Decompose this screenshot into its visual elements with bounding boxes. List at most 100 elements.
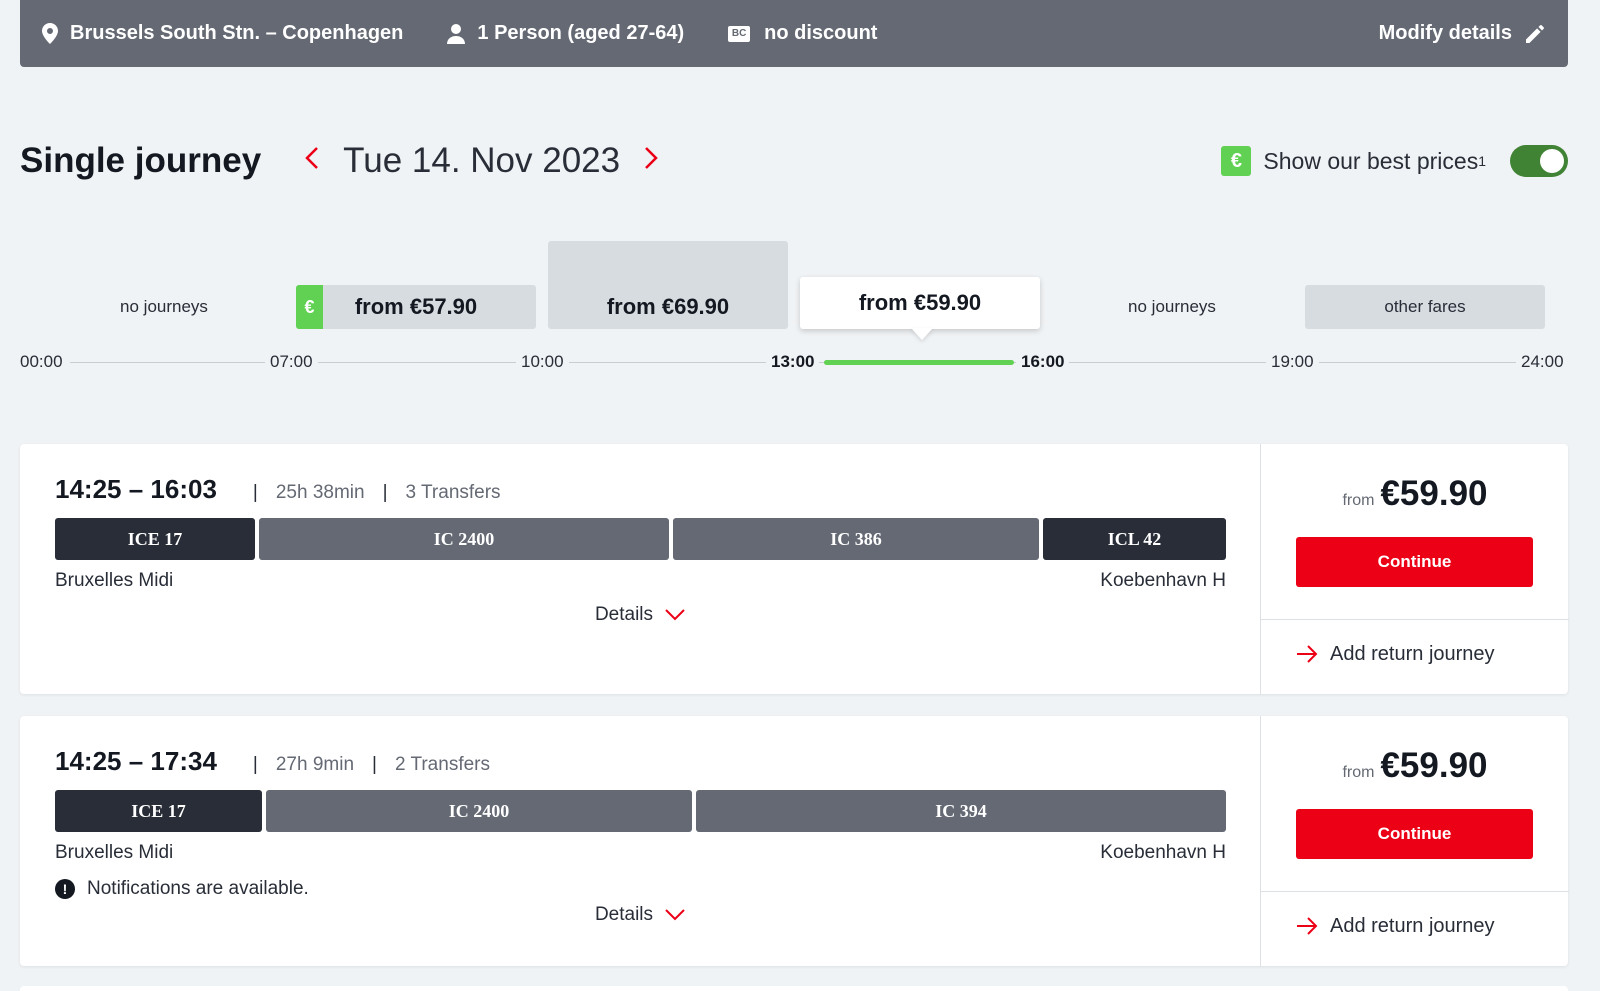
train-segment: ICL 42 — [1043, 518, 1226, 560]
journey-info: 14:25 – 17:34 | 27h 9min | 2 Transfers I… — [20, 716, 1260, 966]
price-amount: €59.90 — [1380, 746, 1488, 785]
destination-station: Koebenhavn H — [1100, 842, 1226, 863]
timeline-tick: 13:00 — [766, 352, 820, 372]
journey-times: 14:25 – 16:03 — [55, 474, 217, 504]
timeline-slot-07-10[interactable]: € from €57.90 — [296, 285, 536, 329]
modify-details-button[interactable]: Modify details — [1379, 22, 1546, 45]
stations: Bruxelles Midi Koebenhavn H — [55, 842, 1226, 864]
journey-summary: 14:25 – 16:03 | 25h 38min | 3 Transfers — [55, 474, 1260, 508]
notification-notice: ! Notifications are available. — [55, 878, 1260, 900]
journey-card: 14:25 – 16:03 | 25h 38min | 3 Transfers … — [20, 444, 1569, 694]
page-title: Single journey — [20, 141, 262, 180]
train-segment: IC 394 — [696, 790, 1226, 832]
add-return-label: Add return journey — [1330, 642, 1495, 665]
journey-info: 14:25 – 16:03 | 25h 38min | 3 Transfers … — [20, 444, 1260, 694]
best-prices-label: Show our best prices — [1263, 147, 1479, 174]
train-segment: ICE 17 — [55, 790, 262, 832]
journey-card: 14:25 – 17:34 | 27h 9min | 2 Transfers I… — [20, 716, 1569, 966]
journey-transfers: 3 Transfers — [405, 482, 501, 503]
journey-duration: 27h 9min — [275, 754, 355, 775]
search-summary-bar: Brussels South Stn. – Copenhagen 1 Perso… — [20, 0, 1568, 67]
timeline-tick: 19:00 — [1266, 352, 1319, 372]
timeline-tick: 07:00 — [265, 352, 318, 372]
price-prefix: from — [1342, 492, 1375, 509]
price: from €59.90 — [1261, 474, 1569, 514]
discount-text: no discount — [764, 22, 878, 44]
alert-icon: ! — [55, 879, 75, 899]
chevron-right-icon — [645, 147, 658, 169]
train-segments: ICE 17 IC 2400 IC 394 — [55, 790, 1226, 832]
price: from €59.90 — [1261, 746, 1569, 786]
timeline-tick: 24:00 — [1516, 352, 1569, 372]
origin-station: Bruxelles Midi — [55, 570, 174, 591]
timeline-slot-16-19: no journeys — [1052, 285, 1292, 329]
separator: | — [252, 482, 258, 503]
notification-text: Notifications are available. — [87, 878, 309, 899]
modify-details-label: Modify details — [1378, 22, 1512, 44]
location-pin-icon — [42, 23, 58, 44]
destination-station: Koebenhavn H — [1100, 570, 1226, 591]
toggle-knob — [1540, 149, 1564, 173]
separator: | — [382, 482, 388, 503]
chevron-left-icon — [305, 147, 319, 169]
bahncard-icon: BC — [728, 25, 751, 42]
chevron-down-icon — [665, 609, 685, 621]
train-segment: IC 2400 — [266, 790, 692, 832]
journey-duration: 25h 38min — [275, 482, 365, 503]
train-segments: ICE 17 IC 2400 IC 386 ICL 42 — [55, 518, 1226, 560]
train-segment: ICE 17 — [55, 518, 255, 560]
best-prices-toggle[interactable] — [1510, 145, 1568, 177]
divider — [1261, 619, 1569, 620]
selected-date[interactable]: Tue 14. Nov 2023 — [343, 141, 620, 181]
continue-button[interactable]: Continue — [1296, 537, 1533, 587]
timeline-selected-range — [824, 360, 1014, 365]
timeline-tick: 00:00 — [15, 352, 68, 372]
origin-station: Bruxelles Midi — [55, 842, 174, 863]
timeline-slot-label: no journeys — [1128, 297, 1216, 316]
arrow-right-icon — [1297, 645, 1318, 663]
timeline-slot-label: other fares — [1384, 297, 1466, 316]
arrow-right-icon — [1297, 917, 1318, 935]
details-label: Details — [594, 604, 654, 625]
timeline-slot-13-16[interactable]: from €59.90 — [800, 277, 1040, 329]
route-summary: Brussels South Stn. – Copenhagen — [42, 22, 403, 45]
add-return-journey-link[interactable]: Add return journey — [1296, 906, 1495, 946]
timeline-slot-label: from €57.90 — [354, 294, 478, 319]
passenger-text: 1 Person (aged 27-64) — [477, 22, 685, 44]
price-panel: from €59.90 Continue Add return journey — [1260, 716, 1569, 966]
timeline-slot-label: from €59.90 — [858, 290, 982, 315]
next-journey-card — [20, 986, 1568, 991]
journey-heading: Single journey Tue 14. Nov 2023 € Show o… — [20, 138, 1568, 184]
timeline-tick: 10:00 — [516, 352, 569, 372]
route-text: Brussels South Stn. – Copenhagen — [70, 22, 404, 44]
continue-button[interactable]: Continue — [1296, 809, 1533, 859]
details-toggle[interactable]: Details — [20, 604, 1260, 626]
details-label: Details — [594, 904, 654, 925]
next-day-button[interactable] — [636, 144, 666, 178]
price-panel: from €59.90 Continue Add return journey — [1260, 444, 1569, 694]
train-segment: IC 2400 — [259, 518, 669, 560]
previous-day-button[interactable] — [297, 144, 327, 178]
journey-summary: 14:25 – 17:34 | 27h 9min | 2 Transfers — [55, 746, 1260, 780]
euro-badge-icon: € — [296, 285, 323, 329]
timeline-slot-label: from €69.90 — [606, 294, 730, 319]
stations: Bruxelles Midi Koebenhavn H — [55, 570, 1226, 592]
add-return-journey-link[interactable]: Add return journey — [1296, 634, 1495, 674]
journey-times: 14:25 – 17:34 — [55, 746, 217, 776]
best-prices-control: € Show our best prices 1 — [1221, 145, 1568, 177]
timeline-tick: 16:00 — [1016, 352, 1070, 372]
pencil-icon — [1526, 24, 1544, 43]
discount-summary: BC no discount — [728, 22, 877, 45]
separator: | — [252, 754, 258, 775]
train-segment: IC 386 — [673, 518, 1039, 560]
timeline-slot-19-24[interactable]: other fares — [1305, 285, 1545, 329]
divider — [1261, 891, 1569, 892]
price-amount: €59.90 — [1380, 474, 1488, 513]
details-toggle[interactable]: Details — [20, 904, 1260, 926]
selected-slot-pointer — [911, 328, 933, 340]
timeline-slot-10-13[interactable]: from €69.90 — [548, 241, 788, 329]
add-return-label: Add return journey — [1330, 914, 1495, 937]
euro-badge-icon: € — [1221, 146, 1252, 176]
footnote-marker: 1 — [1478, 153, 1486, 169]
journey-transfers: 2 Transfers — [394, 754, 490, 775]
